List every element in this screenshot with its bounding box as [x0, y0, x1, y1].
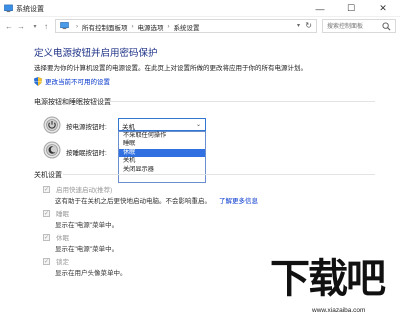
dropdown-option-hibernate[interactable]: 休眠 [119, 148, 205, 158]
uac-shield-icon [34, 76, 42, 86]
power-button-label: 按电源按钮时: [66, 124, 107, 131]
window-title: 系统设置 [16, 6, 44, 13]
dropdown-option-sleep[interactable]: 睡眠 [119, 140, 205, 148]
fast-startup-checkbox-row[interactable]: ✓ 启用快速启动(推荐) [43, 184, 112, 194]
address-dropdown-chevron-icon[interactable]: ▾ [297, 22, 300, 29]
fast-startup-description-text: 这有助于在关机之后更快地启动电脑。不会影响重启。 [55, 198, 211, 205]
power-button-action-select[interactable]: 关机 ⌄ [118, 118, 206, 131]
fast-startup-description: 这有助于在关机之后更快地启动电脑。不会影响重启。 了解更多信息 [55, 195, 258, 205]
lock-checkbox-row[interactable]: ✓ 锁定 [43, 256, 69, 266]
hibernate-description: 显示在"电源"菜单中。 [55, 246, 119, 253]
search-icon[interactable] [382, 22, 391, 31]
lock-checkbox[interactable]: ✓ [43, 257, 50, 265]
dropdown-option-shut-down[interactable]: 关机 [119, 157, 205, 165]
section-divider [105, 101, 375, 102]
power-button-action-value: 关机 [122, 124, 135, 131]
learn-more-link[interactable]: 了解更多信息 [219, 198, 258, 205]
breadcrumb-system-settings[interactable]: 系统设置 [174, 22, 200, 32]
section-divider [63, 174, 375, 175]
power-button-icon [43, 116, 61, 134]
watermark-logo: 下载吧 [270, 255, 386, 302]
hibernate-label: 休眠 [56, 235, 69, 242]
breadcrumb[interactable]: › 所有控制面板项 › 电源选项 › 系统设置 ▾ ↻ [55, 19, 317, 33]
recent-locations-chevron-icon[interactable]: ▾ [30, 20, 40, 32]
power-action-dropdown-list: 不采取任何操作 睡眠 休眠 关机 关闭显示器 [118, 131, 206, 183]
page-description: 选择要为你的计算机设置的电源设置。在此页上对设置所做的更改将应用于你的所有电源计… [34, 65, 307, 72]
breadcrumb-separator-icon: › [167, 24, 170, 30]
back-arrow-icon[interactable]: ← [4, 20, 14, 32]
sleep-button-label: 按睡眠按钮时: [66, 150, 107, 157]
breadcrumb-all-control-panel-items[interactable]: 所有控制面板项 [82, 22, 128, 32]
dropdown-option-turn-off-display[interactable]: 关闭显示器 [119, 166, 205, 174]
breadcrumb-power-options[interactable]: 电源选项 [138, 22, 164, 32]
sleep-checkbox-row[interactable]: ✓ 睡眠 [43, 208, 69, 218]
hibernate-checkbox[interactable]: ✓ [43, 233, 50, 241]
maximize-button[interactable]: ☐ [336, 0, 366, 17]
up-arrow-icon[interactable]: ↑ [41, 20, 51, 32]
power-button-section-title: 电源按钮和睡眠按钮设置 [34, 99, 111, 106]
close-button[interactable]: ✕ [368, 0, 398, 17]
change-unavailable-settings-link[interactable]: 更改当前不可用的设置 [34, 76, 110, 86]
sleep-description: 显示在"电源"菜单中。 [55, 222, 119, 229]
hibernate-checkbox-row[interactable]: ✓ 休眠 [43, 232, 69, 242]
address-bar: ← → ▾ ↑ › 所有控制面板项 › 电源选项 › 系统设置 ▾ ↻ [0, 17, 400, 35]
forward-arrow-icon[interactable]: → [16, 20, 26, 32]
watermark-url: www.xiazaiba.com [312, 307, 366, 314]
page-title: 定义电源按钮并启用密码保护 [34, 48, 158, 59]
fast-startup-checkbox[interactable]: ✓ [43, 185, 50, 193]
control-panel-icon [60, 22, 69, 30]
shutdown-settings-section-title: 关机设置 [34, 172, 62, 179]
chevron-down-icon[interactable]: ⌄ [196, 121, 201, 128]
change-unavailable-settings-label[interactable]: 更改当前不可用的设置 [45, 76, 110, 86]
refresh-icon[interactable]: ↻ [305, 21, 312, 30]
minimize-button[interactable]: — [305, 0, 335, 17]
sleep-checkbox[interactable]: ✓ [43, 209, 50, 217]
search-box[interactable] [322, 19, 396, 33]
fast-startup-label: 启用快速启动(推荐) [56, 187, 113, 194]
sleep-label: 睡眠 [56, 211, 69, 218]
title-bar: 系统设置 — ☐ ✕ [0, 0, 400, 17]
lock-label: 锁定 [56, 259, 69, 266]
breadcrumb-separator-icon: › [76, 24, 78, 30]
search-input[interactable] [327, 22, 379, 31]
sleep-button-icon [43, 141, 61, 159]
control-panel-icon [4, 4, 13, 13]
lock-description: 显示在用户头像菜单中。 [55, 270, 127, 277]
breadcrumb-separator-icon: › [131, 24, 134, 30]
